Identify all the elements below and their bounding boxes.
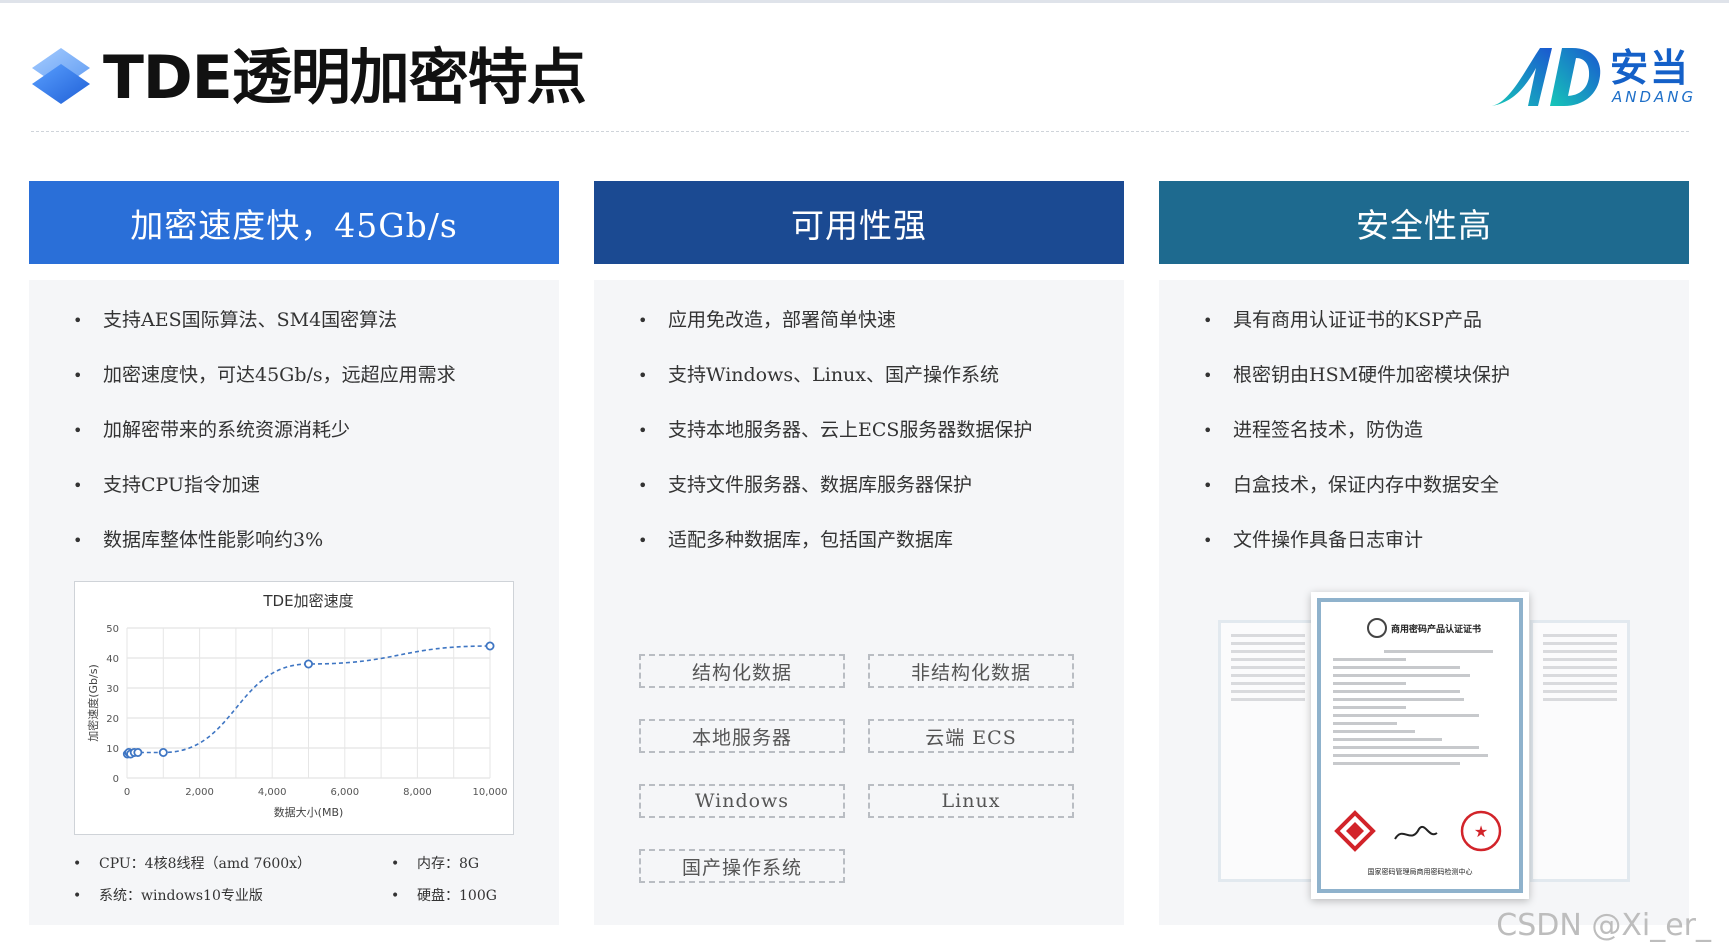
y-tick-label: 0 xyxy=(113,774,119,785)
spec-cpu: CPU：4核8线程（amd 7600x） xyxy=(73,854,311,874)
x-tick-label: 8,000 xyxy=(403,787,432,798)
tag-cloud-ecs: 云端 ECS xyxy=(868,719,1074,753)
diamond-seal-core xyxy=(1346,822,1364,840)
list-item: 文件操作具备日志审计 xyxy=(1203,528,1510,553)
cm-seal-icon xyxy=(1367,618,1387,638)
layers-icon xyxy=(32,48,90,104)
chart-title: TDE加密速度 xyxy=(262,592,353,610)
list-item: 加密速度快，可达45Gb/s，远超应用需求 xyxy=(73,363,456,388)
seal-stamps: ★ xyxy=(1334,810,1502,852)
signature xyxy=(1394,826,1438,840)
tag-structured-data: 结构化数据 xyxy=(639,654,845,688)
y-tick-label: 50 xyxy=(106,624,119,635)
certificate-image-left xyxy=(1218,620,1318,882)
list-item: 白盒技术，保证内存中数据安全 xyxy=(1203,473,1510,498)
x-tick-label: 0 xyxy=(124,787,130,798)
data-point xyxy=(158,747,168,757)
list-item: 加解密带来的系统资源消耗少 xyxy=(73,418,456,443)
brand-name-en: ANDANG xyxy=(1612,88,1697,106)
list-item: 应用免改造，部署简单快速 xyxy=(638,308,1032,333)
top-border xyxy=(0,0,1729,3)
speed-chart: TDE加密速度 0 10 20 30 40 50 0 2,000 4,000 6,000 8,000 1… xyxy=(74,581,514,835)
x-tick-label: 10,000 xyxy=(473,787,508,798)
feature-list: 应用免改造，部署简单快速 支持Windows、Linux、国产操作系统 支持本地… xyxy=(638,308,1032,583)
list-item: 支持CPU指令加速 xyxy=(73,473,456,498)
certificate-frame: 商用密码产品认证证书 ★ 国家密码管理局商用密码检测中心 xyxy=(1317,598,1523,893)
list-item: 具有商用认证证书的KSP产品 xyxy=(1203,308,1510,333)
x-axis-label: 数据大小(MB) xyxy=(274,805,344,819)
certificate-title: 商用密码产品认证证书 xyxy=(1367,618,1511,638)
spec-os: 系统：windows10专业版 xyxy=(73,886,263,906)
tag-unstructured-data: 非结构化数据 xyxy=(868,654,1074,688)
list-item: 支持AES国际算法、SM4国密算法 xyxy=(73,308,456,333)
tag-linux: Linux xyxy=(868,784,1074,818)
page-title: TDE透明加密特点 xyxy=(103,43,587,113)
column-panel-speed: 支持AES国际算法、SM4国密算法 加密速度快，可达45Gb/s，远超应用需求 … xyxy=(29,280,559,925)
column-heading-security: 安全性高 xyxy=(1159,181,1689,264)
speed-chart-svg: TDE加密速度 0 10 20 30 40 50 0 2,000 4,000 6,000 8,000 1… xyxy=(86,592,508,819)
y-tick-label: 30 xyxy=(106,684,119,695)
list-item: 根密钥由HSM硬件加密模块保护 xyxy=(1203,363,1510,388)
y-tick-label: 10 xyxy=(106,744,119,755)
feature-list: 具有商用认证证书的KSP产品 根密钥由HSM硬件加密模块保护 进程签名技术，防伪… xyxy=(1203,308,1510,583)
certificate-image-right xyxy=(1530,620,1630,882)
brand-name-cn: 安当 xyxy=(1610,46,1691,90)
list-item: 进程签名技术，防伪造 xyxy=(1203,418,1510,443)
data-point xyxy=(303,659,313,669)
seal-star: ★ xyxy=(1474,822,1488,841)
list-item: 支持文件服务器、数据库服务器保护 xyxy=(638,473,1032,498)
list-item: 支持本地服务器、云上ECS服务器数据保护 xyxy=(638,418,1032,443)
spec-disk: 硬盘：100G xyxy=(391,886,497,906)
x-tick-label: 2,000 xyxy=(185,787,214,798)
spec-memory: 内存：8G xyxy=(391,854,479,874)
list-item: 数据库整体性能影响约3% xyxy=(73,528,456,553)
data-point xyxy=(485,641,495,651)
certificate-footer: 国家密码管理局商用密码检测中心 xyxy=(1367,868,1473,876)
certificate-image: 商用密码产品认证证书 ★ 国家密码管理局商用密码检测中心 xyxy=(1311,592,1529,899)
y-tick-label: 20 xyxy=(106,714,119,725)
tag-local-server: 本地服务器 xyxy=(639,719,845,753)
x-tick-label: 4,000 xyxy=(258,787,287,798)
column-heading-availability: 可用性强 xyxy=(594,181,1124,264)
y-axis-label: 加密速度(Gb/s) xyxy=(86,664,100,742)
y-tick-label: 40 xyxy=(106,654,119,665)
tag-domestic-os: 国产操作系统 xyxy=(639,849,845,883)
header-divider xyxy=(31,131,1689,132)
column-panel-availability: 应用免改造，部署简单快速 支持Windows、Linux、国产操作系统 支持本地… xyxy=(594,280,1124,925)
watermark: CSDN @Xi_er_ xyxy=(1496,908,1711,943)
data-point xyxy=(133,747,143,757)
column-heading-speed: 加密速度快，45Gb/s xyxy=(29,181,559,264)
x-tick-label: 6,000 xyxy=(330,787,359,798)
tag-windows: Windows xyxy=(639,784,845,818)
list-item: 适配多种数据库，包括国产数据库 xyxy=(638,528,1032,553)
feature-list: 支持AES国际算法、SM4国密算法 加密速度快，可达45Gb/s，远超应用需求 … xyxy=(73,308,456,583)
list-item: 支持Windows、Linux、国产操作系统 xyxy=(638,363,1032,388)
